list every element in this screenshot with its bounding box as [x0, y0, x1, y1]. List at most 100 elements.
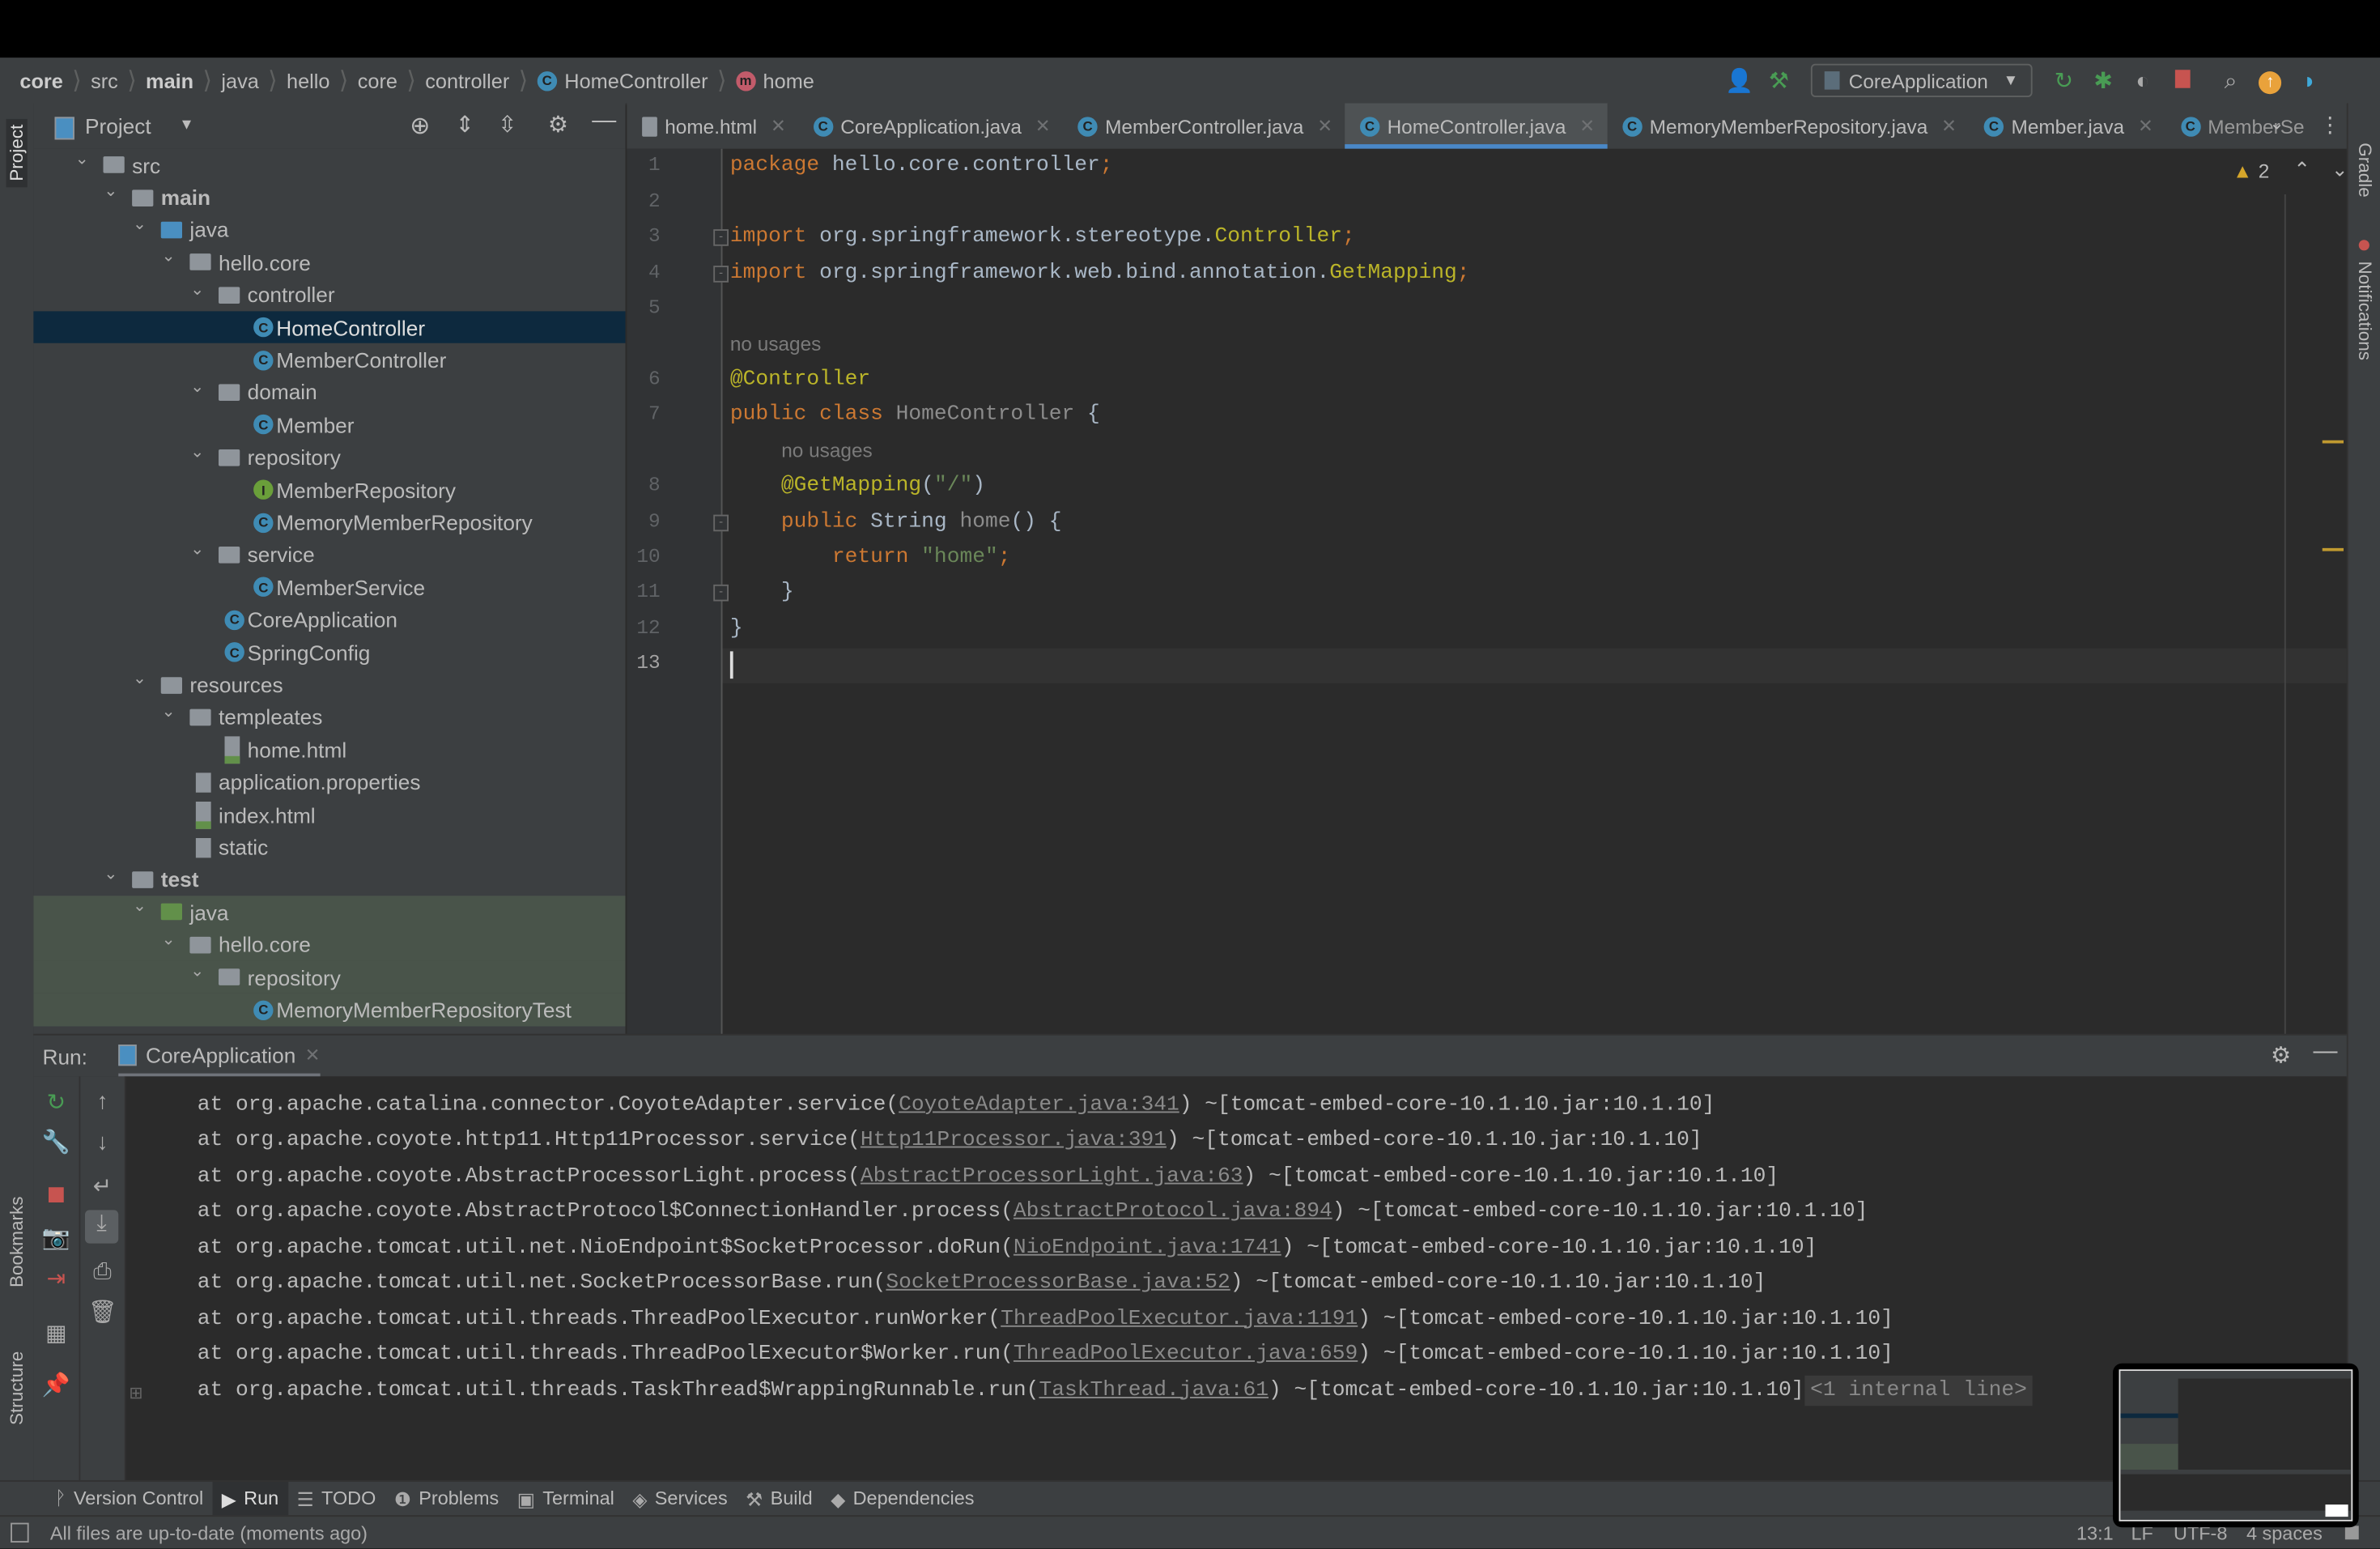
tree-item-java[interactable]: ⌄ java	[33, 896, 626, 929]
code-line[interactable]: import org.springframework.web.bind.anno…	[730, 261, 1470, 285]
tool-window-run[interactable]: ▶ Run	[212, 1481, 288, 1517]
tree-item-springconfig[interactable]: C SpringConfig	[33, 636, 625, 669]
tab-member-java[interactable]: C Member.java ✕	[1969, 104, 2165, 149]
tree-item-memorymemberrepositorytest[interactable]: C MemoryMemberRepositoryTest	[33, 993, 626, 1027]
tree-item-service[interactable]: ⌄ service	[33, 538, 625, 571]
chevron-down-icon[interactable]: ⌄	[189, 377, 207, 396]
stop-icon[interactable]	[2165, 67, 2199, 93]
tree-item-static[interactable]: static	[33, 831, 625, 863]
tool-window-problems[interactable]: ❶ Problems	[385, 1481, 508, 1516]
code-line[interactable]: @GetMapping("/")	[730, 474, 985, 498]
tab-list-chevron-icon[interactable]: ⌄	[2269, 113, 2284, 134]
search-icon[interactable]: ⌕	[2214, 67, 2247, 93]
code-line[interactable]: return "home";	[730, 545, 1011, 569]
run-tab-coreapplication[interactable]: CoreApplication ✕	[118, 1036, 321, 1077]
expand-icon[interactable]: ⊞	[129, 1383, 142, 1403]
soft-wrap-icon[interactable]: ↵	[80, 1172, 124, 1199]
source-link[interactable]: ThreadPoolExecutor.java:659	[1014, 1343, 1358, 1367]
side-tab-project[interactable]: Project	[6, 118, 28, 188]
lock-icon[interactable]	[2344, 1526, 2359, 1540]
trash-icon[interactable]: 🗑	[80, 1298, 124, 1326]
more-icon[interactable]: ⋮	[2319, 113, 2340, 138]
tree-item-application-properties[interactable]: application.properties	[33, 766, 625, 798]
tree-item-member[interactable]: C Member	[33, 409, 625, 441]
chevron-down-icon[interactable]: ⌄	[102, 863, 121, 883]
warning-icon[interactable]: ▲	[2233, 159, 2252, 181]
code-line[interactable]: @Controller	[730, 368, 870, 392]
code-line[interactable]: }	[730, 580, 794, 604]
chevron-down-icon[interactable]: ▼	[179, 117, 194, 134]
jetbrains-ai-icon[interactable]: ◗	[2293, 67, 2327, 93]
tree-item-memorymemberrepository[interactable]: C MemoryMemberRepository	[33, 506, 625, 538]
console-line[interactable]: at org.apache.coyote.http11.Http11Proces…	[198, 1129, 1702, 1153]
tree-item-homecontroller[interactable]: C HomeController	[33, 311, 626, 344]
warning-stripe-marker[interactable]	[2322, 440, 2344, 444]
chevron-down-icon[interactable]: ⌄	[189, 441, 207, 462]
print-icon[interactable]: ⎙	[80, 1258, 124, 1284]
warning-count[interactable]: 2	[2259, 159, 2270, 181]
tab-memorymemberrepository-java[interactable]: C MemoryMemberRepository.java ✕	[1607, 104, 1969, 149]
rerun-icon[interactable]: ↻	[33, 1088, 79, 1116]
breadcrumb-item[interactable]: m home	[735, 57, 814, 103]
camera-icon[interactable]: 📷	[33, 1223, 79, 1251]
exit-icon[interactable]: ⇥	[33, 1265, 79, 1292]
gear-icon[interactable]: ⚙	[548, 111, 568, 138]
wrench-icon[interactable]: 🔧	[33, 1128, 79, 1155]
console-line[interactable]: at org.apache.tomcat.util.threads.Thread…	[198, 1307, 1893, 1331]
previous-highlight-icon[interactable]: ⌃	[2293, 158, 2310, 182]
chevron-down-icon[interactable]: ⌄	[102, 181, 121, 202]
layout-icon[interactable]: ▦	[33, 1319, 79, 1347]
source-link[interactable]: Http11Processor.java:391	[861, 1129, 1167, 1153]
code-line[interactable]: import org.springframework.stereotype.Co…	[730, 225, 1355, 249]
close-icon[interactable]: ✕	[305, 1044, 321, 1065]
close-icon[interactable]: ✕	[1317, 116, 1332, 137]
side-tab-notifications[interactable]: Notifications	[2354, 262, 2375, 361]
locate-icon[interactable]: ⊕	[410, 111, 430, 142]
tree-item-repository[interactable]: ⌄ repository	[33, 960, 626, 994]
source-link[interactable]: CoyoteAdapter.java:341	[899, 1093, 1179, 1117]
tab-membercontroller-java[interactable]: C MemberController.java ✕	[1063, 104, 1345, 149]
collapse-all-icon[interactable]: ⇳	[498, 111, 517, 138]
tool-window-version-control[interactable]: ᚹ Version Control	[45, 1481, 212, 1516]
next-highlight-icon[interactable]: ⌄	[2331, 158, 2348, 182]
chevron-down-icon[interactable]: ⌄	[73, 149, 91, 169]
tree-item-index-html[interactable]: index.html	[33, 798, 625, 831]
source-link[interactable]: AbstractProcessorLight.java:63	[861, 1164, 1243, 1189]
project-view-title[interactable]: Project	[85, 114, 151, 138]
code-editor[interactable]: 1 2 3-4-5 6 7 8 9-10 11-12 13 package hello.core…	[627, 148, 2348, 1034]
breadcrumb-item[interactable]: main	[146, 57, 193, 103]
chevron-down-icon[interactable]: ⌄	[159, 929, 178, 949]
tree-item-src[interactable]: ⌄ src	[33, 149, 625, 181]
tree-item-hello-core[interactable]: ⌄ hello.core	[33, 246, 625, 279]
minimize-icon[interactable]: —	[592, 108, 616, 135]
breadcrumb-item[interactable]: core	[358, 57, 397, 103]
expand-all-icon[interactable]: ⇕	[456, 111, 475, 138]
tool-window-build[interactable]: ⚒ Build	[737, 1481, 822, 1516]
console-line[interactable]: at org.apache.coyote.AbstractProtocol$Co…	[198, 1200, 1868, 1224]
console-line[interactable]: at org.apache.tomcat.util.threads.Thread…	[198, 1343, 1893, 1367]
coverage-icon[interactable]: ◐	[2126, 67, 2159, 93]
tree-item-memberrepository[interactable]: I MemberRepository	[33, 474, 625, 506]
tab-coreapplication-java[interactable]: C CoreApplication.java ✕	[798, 104, 1063, 149]
tree-item-memberservice[interactable]: C MemberService	[33, 571, 625, 603]
chevron-down-icon[interactable]: ⌄	[189, 279, 207, 299]
breadcrumb-item[interactable]: java	[221, 57, 258, 103]
chevron-down-icon[interactable]: ⌄	[159, 246, 178, 266]
code-line[interactable]: }	[730, 616, 743, 640]
breadcrumb-item[interactable]: hello	[287, 57, 329, 103]
tree-item-domain[interactable]: ⌄ domain	[33, 377, 625, 409]
run-config-select[interactable]: CoreApplication ▼	[1810, 63, 2033, 97]
chevron-down-icon[interactable]: ⌄	[130, 896, 149, 916]
chevron-down-icon[interactable]: ⌄	[130, 214, 149, 234]
tool-window-terminal[interactable]: ▣ Terminal	[508, 1481, 624, 1516]
chevron-down-icon[interactable]: ⌄	[189, 538, 207, 559]
side-tab-gradle[interactable]: Gradle	[2354, 143, 2375, 198]
console-line[interactable]: at org.apache.tomcat.util.threads.TaskTh…	[198, 1374, 2034, 1406]
close-icon[interactable]: ✕	[1579, 116, 1595, 137]
tool-window-services[interactable]: ◈ Services	[623, 1481, 737, 1516]
console-line[interactable]: at org.apache.tomcat.util.net.NioEndpoin…	[198, 1236, 1817, 1260]
status-message[interactable]: All files are up-to-date (moments ago)	[50, 1523, 368, 1544]
tree-item-templeates[interactable]: ⌄ templeates	[33, 701, 625, 734]
code-vision-hint[interactable]: no usages	[730, 333, 822, 355]
source-link[interactable]: AbstractProtocol.java:894	[1014, 1200, 1332, 1224]
